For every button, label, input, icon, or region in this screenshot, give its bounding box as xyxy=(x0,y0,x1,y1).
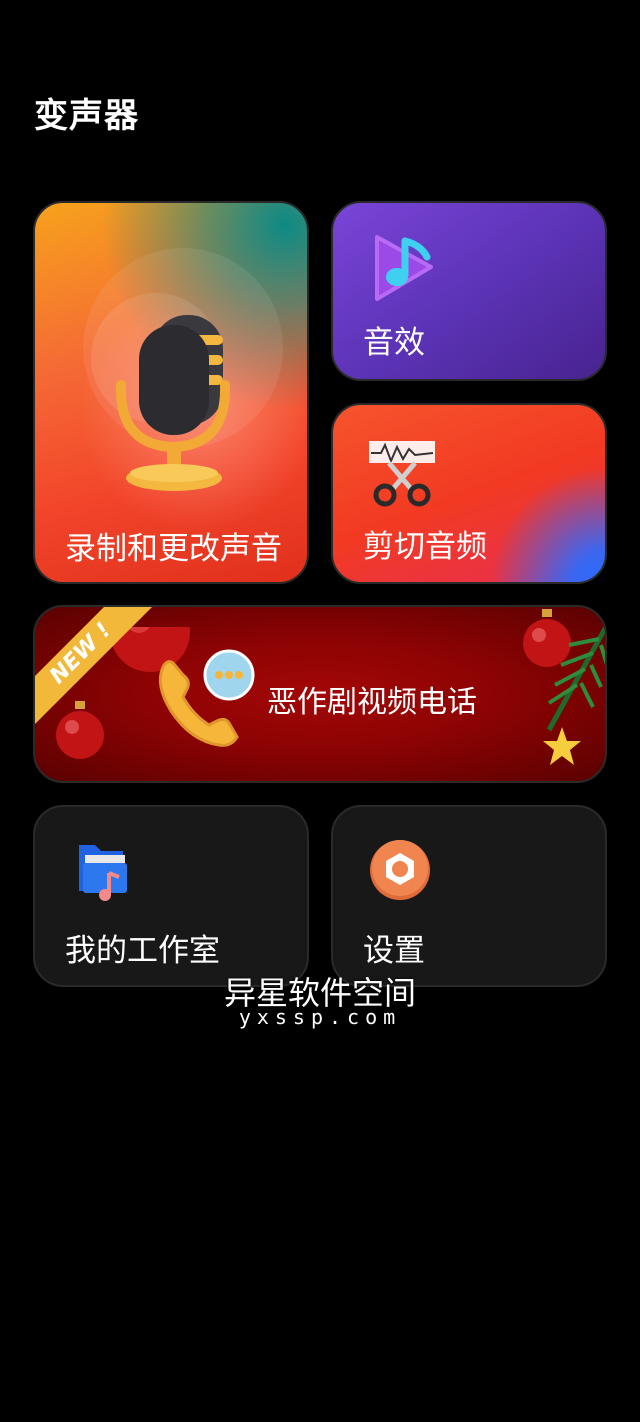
watermark-url: yxssp.com xyxy=(238,1005,402,1029)
record-voice-card[interactable]: 录制和更改声音 xyxy=(33,201,309,584)
settings-card[interactable]: 设置 xyxy=(331,805,607,987)
sound-effects-card[interactable]: 音效 xyxy=(331,201,607,381)
my-studio-card[interactable]: 我的工作室 xyxy=(33,805,309,987)
gear-icon xyxy=(370,840,430,900)
sound-effects-label: 音效 xyxy=(363,325,425,361)
my-studio-label: 我的工作室 xyxy=(65,933,220,969)
settings-label: 设置 xyxy=(363,933,425,969)
record-voice-label: 录制和更改声音 xyxy=(65,531,282,567)
ornament-icon xyxy=(56,701,104,759)
cut-audio-card[interactable]: 剪切音频 xyxy=(331,403,607,584)
phone-chat-icon xyxy=(158,649,255,747)
music-note-icon xyxy=(375,235,433,301)
cut-audio-label: 剪切音频 xyxy=(363,529,487,565)
star-icon xyxy=(543,727,581,765)
prank-video-call-label: 恶作剧视频电话 xyxy=(267,685,477,720)
pine-branch-icon xyxy=(546,625,605,732)
page-title: 变声器 xyxy=(34,96,139,136)
music-folder-icon xyxy=(79,845,127,901)
microphone-icon xyxy=(115,315,231,491)
scissors-waveform-icon xyxy=(369,441,435,507)
prank-video-call-banner[interactable]: NEW ! 恶作剧视频电话 xyxy=(33,605,607,783)
